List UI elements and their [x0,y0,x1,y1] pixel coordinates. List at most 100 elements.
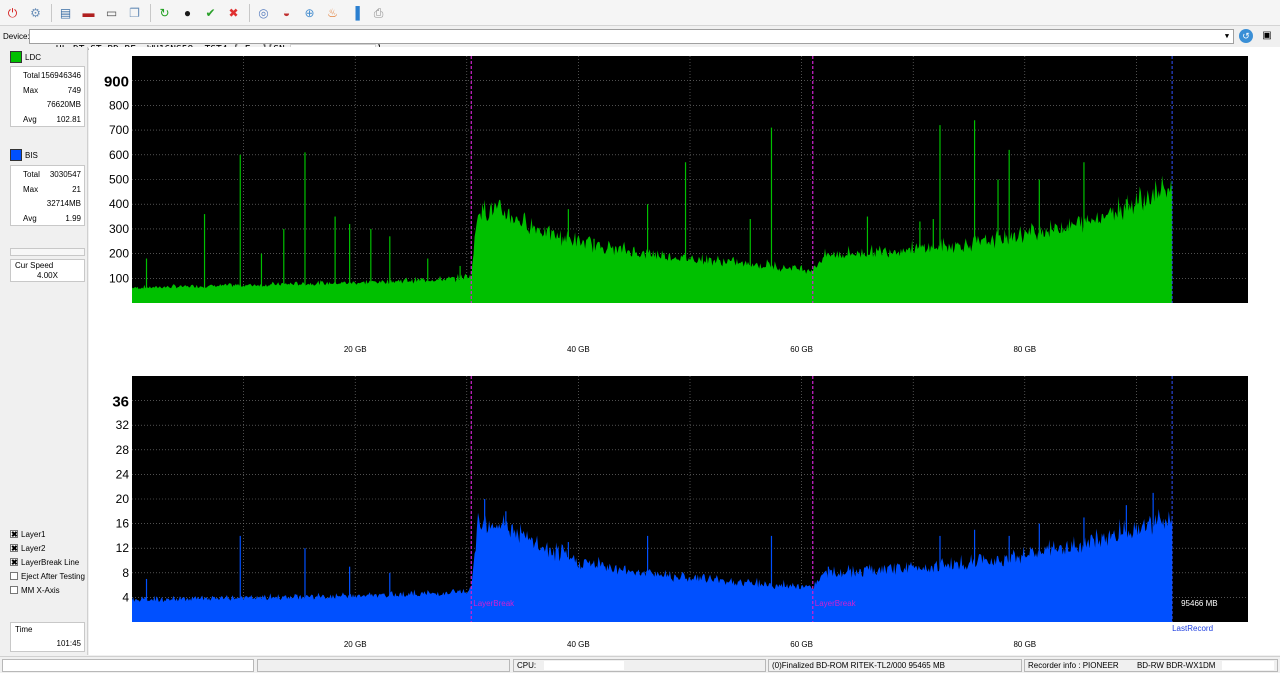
layer1-checkbox[interactable]: ✖ Layer1 [10,528,45,540]
copy-icon[interactable]: ❐ [125,3,144,22]
legend-bis: BIS [10,149,38,161]
ldc-max-value: 749 [67,86,81,95]
bis-max-value: 21 [72,185,81,194]
left-panel: LDC Total 156946346 Max 749 76620MB Avg 102… [0,47,88,655]
stop-icon[interactable]: ✖ [224,3,243,22]
status-panel-2 [257,659,510,672]
time-value: 101:45 [56,639,81,648]
y-tick-label: 300 [109,222,129,236]
layer2-checkbox[interactable]: ✖ Layer2 [10,542,45,554]
ldc-legend-label: LDC [25,52,42,62]
layer1-check-icon[interactable]: ✖ [10,530,18,539]
layerbreak-label: LayerBreak Line [21,557,80,567]
ldc-total-label: Total [23,71,40,80]
progress-bar [10,248,85,256]
eject-icon[interactable]: ▣ [1260,29,1274,43]
device-select[interactable]: HL-DT-ST BD-RE WH16NS58 TST4 [ F: ][SN:]… [29,29,1234,55]
start-icon[interactable]: ● [178,3,197,22]
y-tick-label: 500 [109,173,129,187]
settings-icon[interactable]: ⚙ [26,3,45,22]
recorder-field [1221,661,1274,671]
charts-area: 100 200 300 400 500 600 700 800 900 20 GB 40 GB 60 … [89,47,1280,655]
status-disc-info: (0)Finalized BD-ROM RITEK-TL2/000 95465 … [768,659,1022,672]
toolbar: ⏻ ⚙ ▤ ▬ ▭ ❐ ↻ ● ✔ ✖ ◎ ◒ ⊕ ♨ ▐ ⎙ [0,0,1280,26]
ldc-chart: 100 200 300 400 500 600 700 800 900 20 GB 40 GB 60 … [104,56,1248,354]
cur-speed-value: 4.00X [37,271,58,280]
x-tick-label: 80 GB [1013,640,1036,649]
power-icon[interactable]: ⏻ [3,3,22,22]
y-tick-label: 100 [109,271,129,285]
bis-avg-value: 1.99 [65,214,81,223]
y-tick-label: 4 [122,590,129,604]
y-tick-label: 32 [116,418,130,432]
cpu-meter [544,661,625,671]
x-tick-label: 40 GB [567,640,590,649]
status-progress [2,659,254,672]
mmx-check-icon[interactable] [10,586,18,594]
recorder-label: Recorder info : PIONEER [1028,661,1119,670]
y-tick-label: 24 [116,467,130,481]
layer2-label: Layer2 [21,543,46,553]
x-tick-label: 60 GB [790,345,813,354]
y-tick-label: 16 [116,517,130,531]
y-tick-label: 800 [109,98,129,112]
chart-icon[interactable]: ▐ [346,3,365,22]
x-tick-label: 60 GB [790,640,813,649]
check-icon[interactable]: ✔ [201,3,220,22]
bis-max-position: 32714MB [46,199,81,208]
disc-icon[interactable]: ▭ [102,3,121,22]
cur-speed-label: Cur Speed [15,261,54,270]
charts-svg: 100 200 300 400 500 600 700 800 900 20 GB 40 GB 60 … [104,56,1248,649]
x-tick-label: 40 GB [567,345,590,354]
y-tick-label: 700 [109,123,129,137]
status-cpu: CPU: [513,659,766,672]
layer-break-label: LayerBreak [815,599,857,608]
mmx-checkbox[interactable]: MM X-Axis [10,584,60,596]
disc-info-icon[interactable]: ◎ [254,3,273,22]
ldc-max-label: Max [23,86,39,95]
ldc-avg-label: Avg [23,115,37,124]
y-tick-label: 200 [109,247,129,261]
burn-icon[interactable]: ◒ [277,3,296,22]
eject-checkbox[interactable]: Eject After Testing [10,570,85,582]
y-tick-label: 20 [116,492,130,506]
bis-total-label: Total [23,170,40,179]
cpu-label: CPU: [517,661,537,670]
chevron-down-icon[interactable]: ▼ [1222,31,1232,42]
disc-info-text: (0)Finalized BD-ROM RITEK-TL2/000 95465 … [772,661,945,670]
y-top-label: 900 [104,74,129,91]
layerbreak-checkbox[interactable]: ✖ LayerBreak Line [10,556,79,568]
x-tick-label: 20 GB [344,345,367,354]
toolbar-separator [51,3,52,22]
ldc-stats: Total 156946346 Max 749 76620MB Avg 102.81 [10,66,85,127]
bis-legend-label: BIS [25,150,38,160]
y-tick-label: 8 [122,566,129,580]
x-tick-label: 20 GB [344,640,367,649]
y-tick-label: 600 [109,148,129,162]
refresh-icon[interactable]: ↻ [155,3,174,22]
time-box: Time 101:45 [10,622,85,652]
layerbreak-check-icon[interactable]: ✖ [10,558,18,567]
layer2-check-icon[interactable]: ✖ [10,544,18,553]
layer1-label: Layer1 [21,529,46,539]
y-tick-label: 28 [116,443,130,457]
bis-max-label: Max [23,185,39,194]
end-size-label: 95466 MB [1181,599,1217,608]
eject-check-icon[interactable] [10,572,18,580]
y-tick-label: 400 [109,197,129,211]
erase-icon[interactable]: ▬ [79,3,98,22]
y-tick-label: 12 [116,541,130,555]
scan-icon[interactable]: ⊕ [300,3,319,22]
layer-break-label: LayerBreak [473,599,515,608]
apply-device-icon[interactable]: ↺ [1239,29,1253,43]
cur-speed-box: Cur Speed 4.00X [10,259,85,282]
drive-icon[interactable]: ▤ [56,3,75,22]
print-icon[interactable]: ⎙ [369,3,388,22]
fire-icon[interactable]: ♨ [323,3,342,22]
time-label: Time [15,625,33,634]
status-bar: CPU: (0)Finalized BD-ROM RITEK-TL2/000 9… [0,656,1280,673]
ldc-swatch [10,51,22,63]
last-record-label: LastRecord [1172,624,1213,633]
y-top-label: 36 [112,394,129,411]
device-label: Device: [3,32,30,41]
